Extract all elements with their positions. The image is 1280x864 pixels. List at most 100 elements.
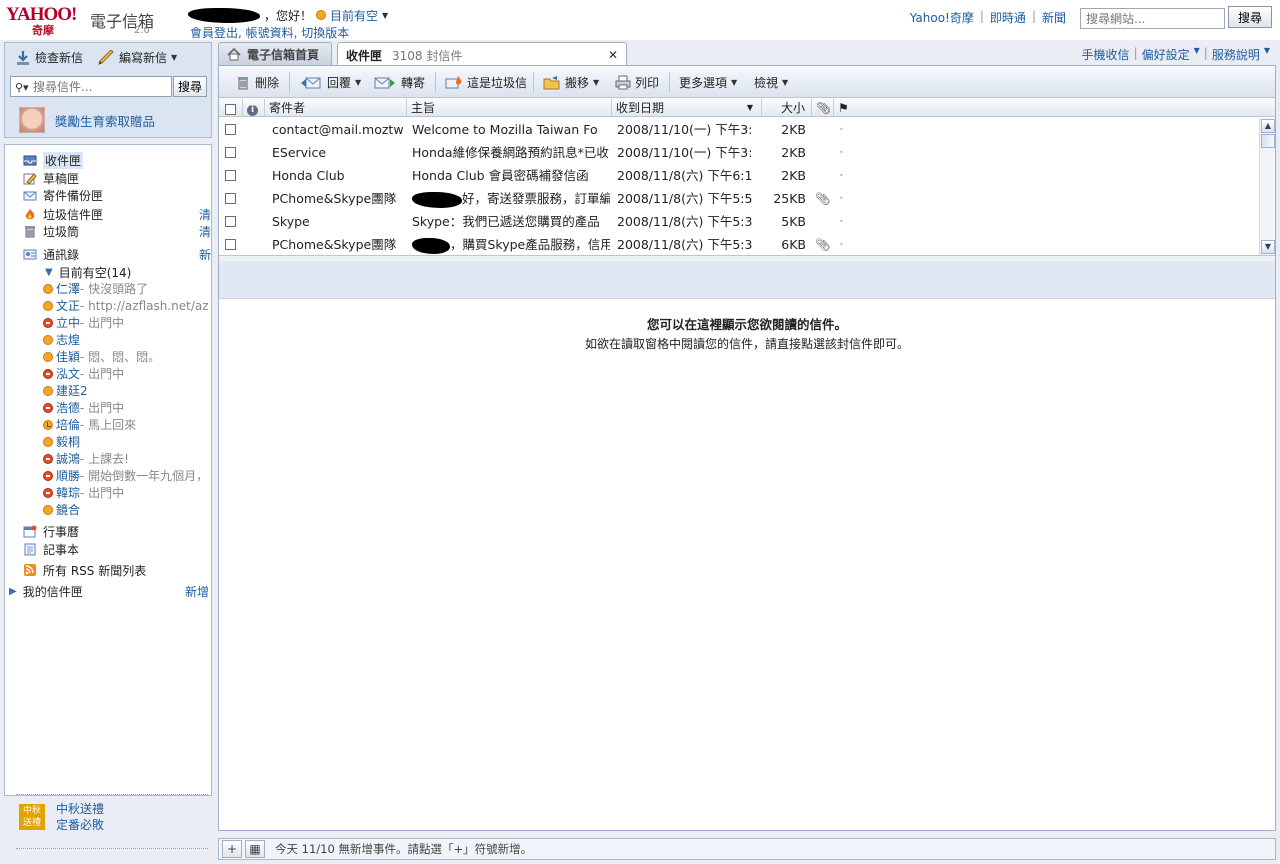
delete-button[interactable]: 刪除 <box>235 73 279 91</box>
message-checkbox[interactable] <box>225 216 236 227</box>
contact-item[interactable]: 誠鴻 - 上課去! <box>43 450 211 467</box>
message-checkbox[interactable] <box>225 193 236 204</box>
contact-item[interactable]: 浩德 - 出門中 <box>43 399 211 416</box>
account-links[interactable]: 會員登出, 帳號資料, 切換版本 <box>190 24 349 41</box>
mail-search-input[interactable] <box>10 76 172 97</box>
folder-trash[interactable]: 垃圾筒 清空 <box>23 223 211 240</box>
online-group[interactable]: ▼ 目前有空(14) <box>45 264 211 281</box>
message-row[interactable]: Honda Club Honda Club 會員密碼補發信函 2008/11/8(六… <box>219 164 1259 187</box>
tab-mail-home[interactable]: 電子信箱首頁 <box>218 42 332 66</box>
web-search-input[interactable] <box>1080 8 1225 29</box>
yahoo-home-link[interactable]: Yahoo!奇摩 <box>910 9 974 26</box>
message-checkbox-cell[interactable] <box>225 210 239 233</box>
close-tab-icon[interactable]: ✕ <box>608 48 618 62</box>
status-dropdown[interactable]: 目前有空 <box>330 7 378 24</box>
yahoo-logo[interactable]: YAHOO! 奇摩 電子信箱 2.0 <box>6 4 176 38</box>
message-checkbox-cell[interactable] <box>225 187 239 210</box>
forward-button[interactable]: 轉寄 <box>373 73 425 91</box>
folder-drafts[interactable]: 草稿匣 <box>23 170 211 187</box>
contact-item[interactable]: 文正 - http://azflash.net/az <box>43 297 211 314</box>
subject-column[interactable]: 主旨 <box>407 99 612 117</box>
contacts-folder[interactable]: 通訊錄 新增 <box>23 246 211 263</box>
rss-link[interactable]: 所有 RSS 新聞列表 <box>23 562 211 579</box>
select-all-checkbox[interactable] <box>225 104 236 115</box>
notepad-link[interactable]: 記事本 <box>23 541 211 558</box>
select-all-column[interactable] <box>219 99 243 117</box>
add-event-button[interactable]: + <box>222 840 242 858</box>
message-list-scrollbar[interactable]: ▲ ▼ <box>1259 118 1275 255</box>
contact-item[interactable]: 鏡合 <box>43 501 211 518</box>
chevron-down-icon[interactable]: ▼ <box>355 78 361 87</box>
chevron-down-icon[interactable]: ▼ <box>593 78 599 87</box>
empty-spam-link[interactable]: 清空 <box>199 206 211 223</box>
size-column[interactable]: 大小 <box>762 99 812 117</box>
scrollbar-thumb[interactable] <box>1261 134 1275 148</box>
flag-dot-icon[interactable]: • <box>839 187 847 210</box>
message-checkbox[interactable] <box>225 124 236 135</box>
sender-column[interactable]: 寄件者 <box>265 99 407 117</box>
tab-inbox[interactable]: 收件匣 3108 封信件 ✕ <box>337 42 627 67</box>
folder-inbox[interactable]: 收件匣 <box>23 152 211 169</box>
message-row[interactable]: contact@mail.moztw Welcome to Mozilla Tai… <box>219 118 1259 141</box>
flag-dot-icon[interactable]: • <box>839 164 847 187</box>
ad-banner[interactable]: 中秋送禮 中秋送禮 定番必敗 <box>4 798 212 848</box>
contact-item[interactable]: 培倫 - 馬上回來 <box>43 416 211 433</box>
flag-dot-icon[interactable]: • <box>839 141 847 164</box>
info-column[interactable]: i <box>243 99 265 117</box>
mobile-mail-link[interactable]: 手機收信 <box>1082 46 1130 63</box>
contact-item[interactable]: 立中 - 出門中 <box>43 314 211 331</box>
folder-sent[interactable]: 寄件備份匣 <box>23 187 211 204</box>
calendar-link[interactable]: 行事曆 <box>23 523 211 540</box>
contact-item[interactable]: 泓文 - 出門中 <box>43 365 211 382</box>
web-search-button[interactable]: 搜尋 <box>1228 6 1272 28</box>
check-mail-button[interactable]: 檢查新信 <box>15 49 83 66</box>
date-column[interactable]: 收到日期 ▼ <box>612 99 762 117</box>
contact-item[interactable]: 建廷2 <box>43 382 211 399</box>
status-available-icon <box>43 283 53 294</box>
message-checkbox[interactable] <box>225 239 236 250</box>
flag-dot-icon[interactable]: • <box>839 233 847 255</box>
news-link[interactable]: 新聞 <box>1042 9 1066 26</box>
expand-triangle-icon[interactable]: ▶ <box>9 586 17 597</box>
message-checkbox-cell[interactable] <box>225 233 239 255</box>
empty-trash-link[interactable]: 清空 <box>199 223 211 240</box>
help-link[interactable]: 服務說明 <box>1212 46 1260 63</box>
contact-item[interactable]: 志煌 <box>43 331 211 348</box>
compose-button[interactable]: 編寫新信 ▼ <box>97 49 177 66</box>
message-row[interactable]: Skype Skype：我們已遞送您購買的產品 2008/11/8(六) 下午5:3… <box>219 210 1259 233</box>
folder-spam[interactable]: 垃圾信件匣 清空 <box>23 206 211 223</box>
print-button[interactable]: 列印 <box>615 73 659 91</box>
my-folders[interactable]: ▶ 我的信件匣 新增 <box>9 583 211 600</box>
scroll-down-icon[interactable]: ▼ <box>1261 240 1275 254</box>
view-button[interactable]: 檢視 ▼ <box>754 73 788 91</box>
message-checkbox-cell[interactable] <box>225 164 239 187</box>
message-row[interactable]: EService Honda維修保養網路預約訊息*已收 2008/11/10(一) … <box>219 141 1259 164</box>
message-row[interactable]: PChome&Skype團隊 好，寄送發票服務，訂單編 2008/11/8(六) 下… <box>219 187 1259 210</box>
flag-dot-icon[interactable]: • <box>839 210 847 233</box>
more-options-button[interactable]: 更多選項 ▼ <box>679 73 737 91</box>
contact-item[interactable]: 韓琮 - 出門中 <box>43 484 211 501</box>
calendar-toggle-button[interactable]: ▦ <box>245 840 265 858</box>
preferences-link[interactable]: 偏好設定 <box>1142 46 1190 63</box>
messenger-link[interactable]: 即時通 <box>990 9 1026 26</box>
flag-dot-icon[interactable]: • <box>839 118 847 141</box>
message-checkbox[interactable] <box>225 147 236 158</box>
contact-item[interactable]: 毅桐 <box>43 433 211 450</box>
move-button[interactable]: 搬移 ▼ <box>543 73 599 91</box>
contact-item[interactable]: 順勝 - 開始倒數一年九個月， <box>43 467 211 484</box>
mail-search-button[interactable]: 搜尋 <box>173 76 207 97</box>
message-checkbox-cell[interactable] <box>225 141 239 164</box>
message-row[interactable]: PChome&Skype團隊 ，購買Skype產品服務，信用 2008/11/8(六… <box>219 233 1259 255</box>
contact-item[interactable]: 仁澤 - 快沒頭路了 <box>43 280 211 297</box>
attachment-column[interactable]: 📎︎ <box>812 99 834 117</box>
spam-button[interactable]: 這是垃圾信 <box>445 73 527 91</box>
flag-column[interactable]: ⚑ <box>834 99 856 117</box>
message-checkbox[interactable] <box>225 170 236 181</box>
add-contact-link[interactable]: 新增 <box>199 246 211 263</box>
scroll-up-icon[interactable]: ▲ <box>1261 119 1275 133</box>
promo-link[interactable]: 獎勵生育索取贈品 <box>19 107 155 133</box>
add-folder-link[interactable]: 新增 <box>185 583 209 600</box>
contact-item[interactable]: 佳穎 - 悶、悶、悶。 <box>43 348 211 365</box>
reply-button[interactable]: 回覆 ▼ <box>299 73 361 91</box>
message-checkbox-cell[interactable] <box>225 118 239 141</box>
